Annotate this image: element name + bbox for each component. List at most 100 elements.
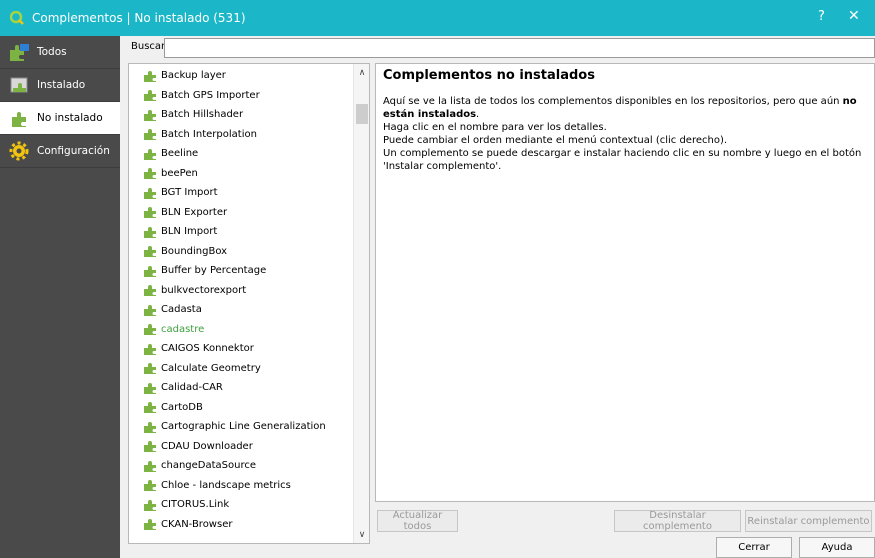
detail-paragraph: Aquí se ve la lista de todos los complem… (383, 95, 867, 121)
plugin-list-item[interactable]: Chloe - landscape metrics (129, 476, 353, 496)
plugin-name: Batch Interpolation (161, 128, 257, 140)
plugin-name: Calculate Geometry (161, 362, 261, 374)
puzzle-piece-icon (144, 226, 156, 238)
sidebar-item-no-instalado[interactable]: No instalado (0, 102, 120, 135)
scroll-thumb[interactable] (356, 104, 368, 124)
plugin-name: BLN Exporter (161, 206, 228, 218)
sidebar-item-label: No instalado (37, 112, 103, 124)
puzzle-piece-icon (144, 499, 156, 511)
puzzle-piece-icon (144, 363, 156, 375)
plugin-list-item[interactable]: cadastre (129, 320, 353, 340)
puzzle-piece-icon (144, 441, 156, 453)
puzzle-icon (8, 42, 30, 62)
plugin-name: BLN Import (161, 226, 218, 238)
plugin-list-item[interactable]: beePen (129, 164, 353, 184)
plugin-name: CKAN-Browser (161, 518, 233, 530)
window-title: Complementos | No instalado (531) (32, 11, 246, 25)
sidebar-item-label: Instalado (37, 79, 86, 91)
plugin-list-item[interactable]: Calculate Geometry (129, 359, 353, 379)
puzzle-piece-icon (144, 402, 156, 414)
plugin-list-item[interactable]: CartoDB (129, 398, 353, 418)
plugin-list-item[interactable]: BGT Import (129, 183, 353, 203)
puzzle-piece-icon (144, 480, 156, 492)
close-button[interactable]: Cerrar (716, 537, 792, 558)
plugin-list-item[interactable]: Backup layer (129, 66, 353, 86)
sidebar-item-label: Todos (37, 46, 67, 58)
sidebar-item-configuracion[interactable]: Configuración (0, 135, 120, 168)
close-icon[interactable]: ✕ (848, 8, 860, 24)
puzzle-piece-icon (144, 207, 156, 219)
scroll-down-arrow-icon[interactable]: ∨ (354, 527, 369, 543)
puzzle-piece-icon (144, 324, 156, 336)
puzzle-piece-icon (144, 382, 156, 394)
help-button[interactable]: Ayuda (799, 537, 875, 558)
detail-line3: Puede cambiar el orden mediante el menú … (383, 135, 728, 146)
detail-line1-end: . (476, 109, 480, 120)
plugin-name: cadastre (161, 323, 205, 335)
reinstall-button[interactable]: Reinstalar complemento (745, 510, 872, 532)
detail-line1-text: Aquí se ve la lista de todos los complem… (383, 96, 843, 107)
puzzle-piece-icon (144, 187, 156, 199)
plugin-list-scrollbar[interactable]: ∧ ∨ (353, 64, 369, 543)
update-all-button[interactable]: Actualizar todos (377, 510, 458, 532)
plugin-name: Backup layer (161, 70, 226, 82)
plugin-name: Calidad-CAR (161, 382, 223, 394)
puzzle-piece-icon (144, 129, 156, 141)
plugin-name: Batch Hillshader (161, 109, 244, 121)
help-icon[interactable]: ? (818, 9, 825, 24)
plugin-name: bulkvectorexport (161, 284, 247, 296)
plugin-list-item[interactable]: BLN Exporter (129, 203, 353, 223)
sidebar: Todos Instalado No instalado Configuraci… (0, 36, 120, 558)
puzzle-piece-icon (144, 519, 156, 531)
detail-line2: Haga clic en el nombre para ver los deta… (383, 122, 607, 133)
plugin-name: Batch GPS Importer (161, 89, 260, 101)
puzzle-piece-icon (144, 343, 156, 355)
puzzle-piece-icon (144, 246, 156, 258)
not-installed-icon (8, 108, 30, 128)
title-bar: Complementos | No instalado (531) ? ✕ (0, 0, 875, 36)
puzzle-piece-icon (144, 304, 156, 316)
plugin-list-item[interactable]: Batch GPS Importer (129, 86, 353, 106)
plugin-name: CDAU Downloader (161, 440, 253, 452)
plugin-name: CartoDB (161, 401, 203, 413)
plugin-name: Beeline (161, 148, 199, 160)
plugin-name: BGT Import (161, 187, 218, 199)
plugin-list-item[interactable]: CKAN-Browser (129, 515, 353, 535)
plugin-name: changeDataSource (161, 460, 257, 472)
plugin-name: beePen (161, 167, 198, 179)
plugin-name: CITORUS.Link (161, 499, 230, 511)
search-input[interactable] (164, 38, 875, 58)
plugin-list-item[interactable]: Batch Interpolation (129, 125, 353, 145)
qgis-logo-icon (10, 11, 24, 25)
puzzle-piece-icon (144, 265, 156, 277)
plugin-list-item[interactable]: Cadasta (129, 300, 353, 320)
gear-icon (8, 141, 30, 161)
scroll-up-arrow-icon[interactable]: ∧ (354, 64, 369, 80)
detail-pane: Complementos no instalados Aquí se ve la… (375, 63, 875, 502)
plugin-list-item[interactable]: CDAU Downloader (129, 437, 353, 457)
uninstall-button[interactable]: Desinstalar complemento (614, 510, 741, 532)
plugin-list-item[interactable]: changeDataSource (129, 456, 353, 476)
puzzle-piece-icon (144, 70, 156, 82)
plugin-list[interactable]: Backup layer Batch GPS Importer Batch Hill… (128, 63, 370, 544)
plugin-list-item[interactable]: BoundingBox (129, 242, 353, 262)
plugin-name: CAIGOS Konnektor (161, 343, 254, 355)
detail-title: Complementos no instalados (383, 68, 595, 83)
plugin-list-item[interactable]: CAIGOS Konnektor (129, 339, 353, 359)
sidebar-item-instalado[interactable]: Instalado (0, 69, 120, 102)
puzzle-piece-icon (144, 285, 156, 297)
plugin-list-item[interactable]: Calidad-CAR (129, 378, 353, 398)
puzzle-piece-icon (144, 421, 156, 433)
plugin-list-item[interactable]: Cartographic Line Generalization (129, 417, 353, 437)
plugin-name: BoundingBox (161, 245, 228, 257)
sidebar-item-label: Configuración (37, 145, 110, 157)
plugin-list-item[interactable]: Buffer by Percentage (129, 261, 353, 281)
plugin-list-item[interactable]: bulkvectorexport (129, 281, 353, 301)
plugin-list-item[interactable]: BLN Import (129, 222, 353, 242)
plugin-list-item[interactable]: Batch Hillshader (129, 105, 353, 125)
sidebar-item-todos[interactable]: Todos (0, 36, 120, 69)
plugin-list-item[interactable]: Beeline (129, 144, 353, 164)
plugin-name: Cartographic Line Generalization (161, 421, 326, 433)
plugin-list-item[interactable]: CITORUS.Link (129, 495, 353, 515)
plugin-name: Cadasta (161, 304, 202, 316)
